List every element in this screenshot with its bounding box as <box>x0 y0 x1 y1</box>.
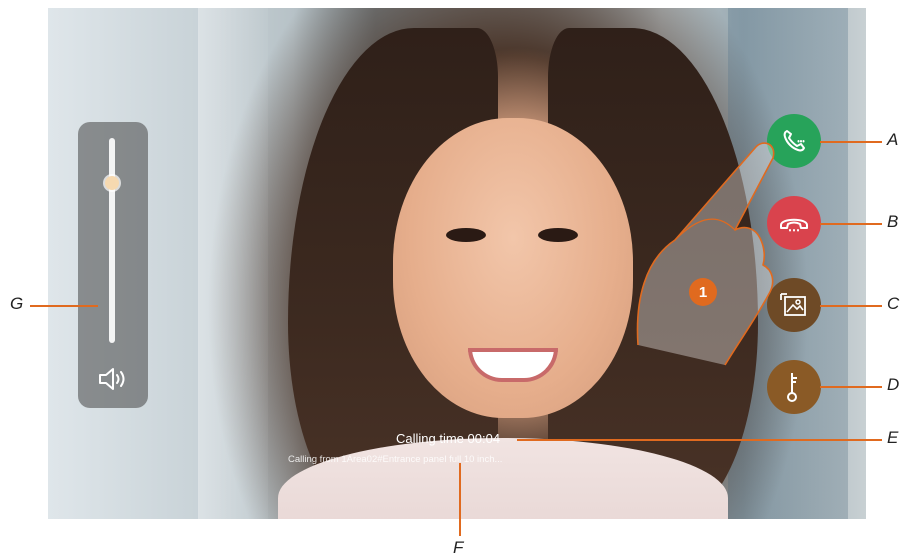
step-badge: 1 <box>689 278 717 306</box>
callout-line-g <box>30 305 98 307</box>
callout-line-f <box>459 463 461 536</box>
speaker-icon[interactable] <box>96 366 130 392</box>
callout-label-c: C <box>887 294 900 313</box>
callout-line-e <box>517 439 882 441</box>
callout-label-f: F <box>453 538 464 557</box>
callout-line-c <box>820 305 882 307</box>
callout-label-e: E <box>887 428 899 447</box>
volume-slider-track[interactable] <box>109 138 115 343</box>
callout-label-g: G <box>10 294 24 313</box>
calling-from-label: Calling from 1Area02#Entrance panel full… <box>288 454 503 465</box>
volume-panel <box>78 122 148 408</box>
background-pillar <box>198 8 268 519</box>
callout-line-d <box>820 386 882 388</box>
callout-label-d: D <box>887 375 900 394</box>
callout-line-a <box>820 141 882 143</box>
eye-left <box>446 228 486 242</box>
callout-line-b <box>820 223 882 225</box>
callout-label-b: B <box>887 212 899 231</box>
callout-label-a: A <box>887 130 899 149</box>
pointing-hand-illustration <box>636 142 775 366</box>
volume-slider-handle[interactable] <box>105 176 119 191</box>
calling-time-label: Calling time 00:04 <box>396 431 501 446</box>
key-icon <box>787 373 797 402</box>
eye-right <box>538 228 578 242</box>
